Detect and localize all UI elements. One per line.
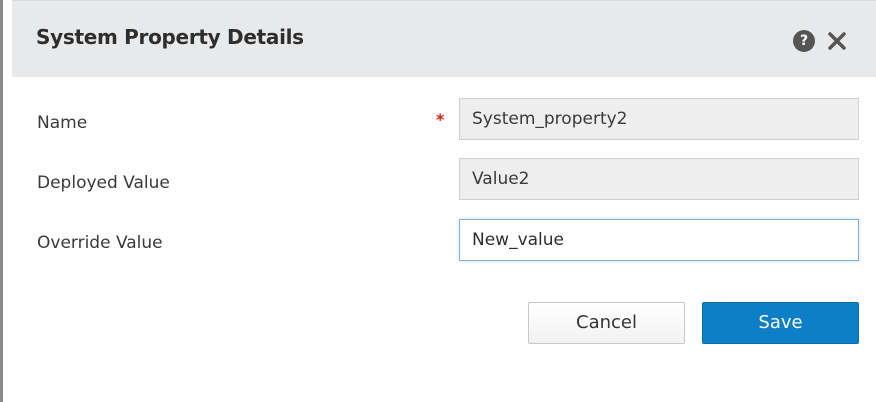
- name-label: Name: [37, 113, 88, 133]
- deployed-value-field[interactable]: [459, 158, 859, 200]
- help-icon[interactable]: ?: [793, 30, 815, 52]
- name-field[interactable]: [459, 98, 859, 140]
- cancel-button[interactable]: Cancel: [528, 302, 685, 344]
- dialog-header: System Property Details ?: [12, 0, 876, 77]
- close-icon[interactable]: [824, 28, 850, 54]
- override-value-label: Override Value: [37, 233, 163, 253]
- required-marker: *: [436, 110, 445, 129]
- override-value-field[interactable]: [459, 219, 859, 261]
- dialog-title: System Property Details: [36, 25, 304, 49]
- deployed-value-label: Deployed Value: [37, 173, 170, 193]
- save-button[interactable]: Save: [702, 302, 859, 344]
- window-edge: [0, 0, 3, 402]
